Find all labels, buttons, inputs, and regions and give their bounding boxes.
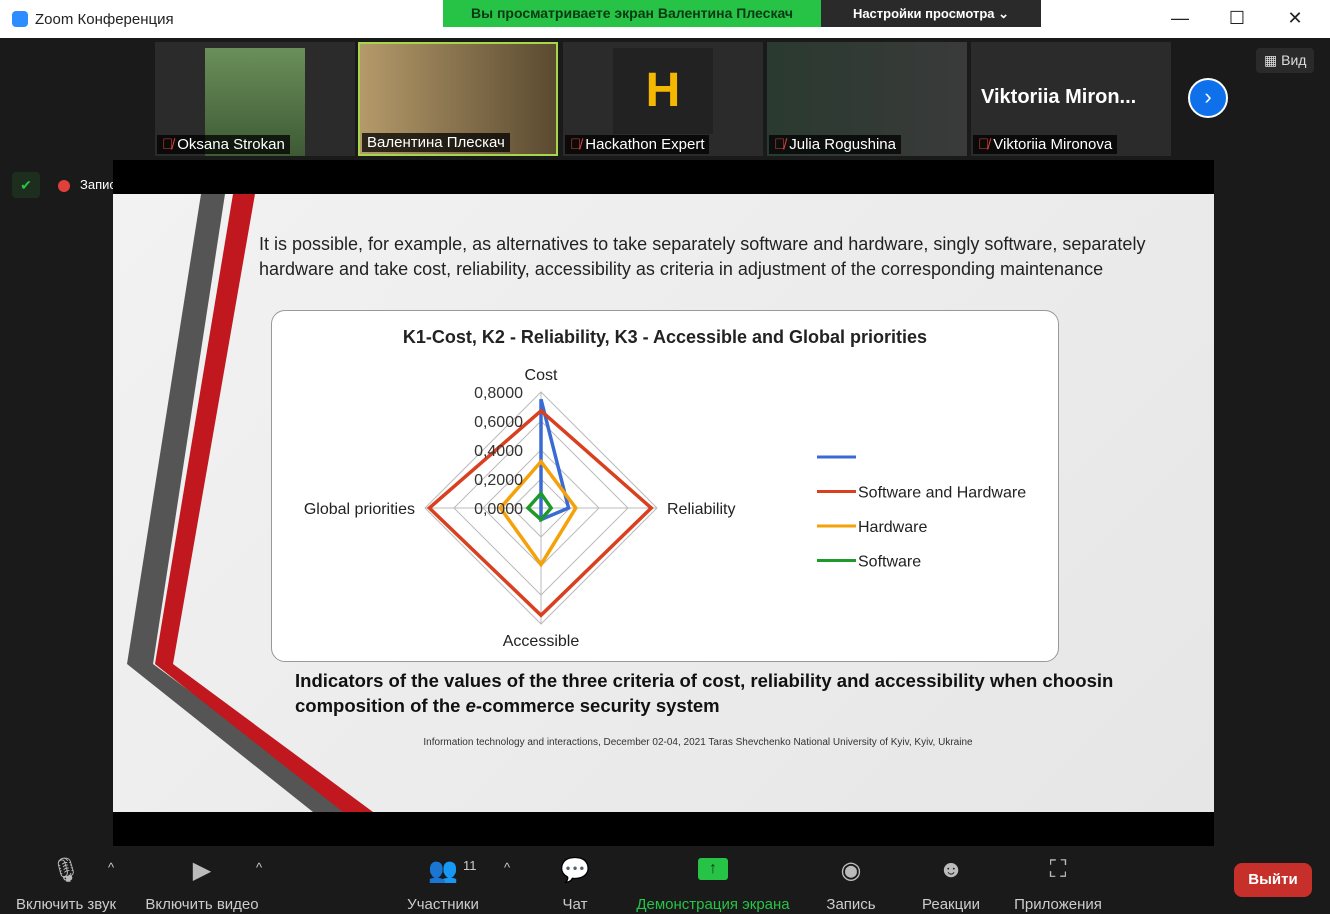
axis-label: Accessible	[503, 633, 580, 650]
participant-name: Oksana Strokan	[177, 136, 285, 153]
mic-muted-icon: 🎙̸	[774, 136, 786, 153]
view-button[interactable]: ▦ Вид	[1256, 48, 1315, 73]
legend-label: Software and Hardware	[858, 485, 1026, 502]
participant-tile[interactable]: 🎙̸ Julia Rogushina	[767, 42, 967, 156]
reactions-button[interactable]: Реакции	[922, 896, 980, 913]
caption-italic: e	[465, 695, 476, 716]
tick-label: 0,2000	[474, 472, 523, 489]
participants-button[interactable]: Участники	[407, 896, 479, 913]
participant-big-name: Viktoriia Miron...	[981, 86, 1137, 108]
mic-muted-icon: 🎙̸	[570, 136, 582, 153]
participant-name: Hackathon Expert	[585, 136, 705, 153]
next-page-button[interactable]: ›	[1188, 78, 1228, 118]
legend-label: Software	[858, 554, 921, 571]
tick-label: 0,6000	[474, 414, 523, 431]
tick-label: 0,8000	[474, 385, 523, 402]
record-dot-icon	[58, 179, 70, 192]
tick-label: 0,0000	[474, 501, 523, 518]
participant-tile[interactable]: 🎙̸ Oksana Strokan	[155, 42, 355, 156]
axis-label: Reliability	[667, 501, 735, 518]
mic-muted-icon: 🎙̸	[978, 136, 990, 153]
mic-muted-icon[interactable]: 🎙	[51, 856, 81, 885]
slide-footer: Information technology and interactions,…	[423, 737, 973, 748]
radar-chart: 0,0000 0,2000 0,4000 0,6000 0,8000Cost Reliab…	[304, 367, 1026, 650]
hackathon-logo: H	[613, 48, 713, 134]
chart-container: K1-Cost, K2 - Reliability, K3 - Accessib…	[271, 310, 1059, 662]
legend-label: Hardware	[858, 519, 927, 536]
mic-muted-icon: 🎙̸	[162, 136, 174, 153]
tick-label: 0,4000	[474, 443, 523, 460]
shared-screen: It is possible, for example, as alternat…	[113, 160, 1214, 846]
zoom-logo-icon	[12, 11, 28, 27]
caption-text-end: -commerce security system	[475, 695, 720, 716]
minimize-button[interactable]: —	[1165, 8, 1195, 29]
participant-name: Валентина Плескач	[367, 134, 505, 151]
apps-button[interactable]: Приложения	[1014, 896, 1102, 913]
window-title: Zoom Конференция	[35, 11, 174, 28]
participant-name: Viktoriia Mironova	[993, 136, 1113, 153]
close-button[interactable]: ✕	[1280, 8, 1310, 29]
leave-button[interactable]: Выйти	[1234, 863, 1312, 897]
participant-tile[interactable]: H 🎙̸ Hackathon Expert	[563, 42, 763, 156]
reactions-icon[interactable]: ☻	[938, 856, 963, 884]
chat-button[interactable]: Чат	[563, 896, 588, 913]
slide-text: It is possible, for example, as alternat…	[259, 234, 1146, 279]
video-off-icon[interactable]: ▶	[193, 856, 211, 885]
video-options-caret[interactable]: ^	[256, 860, 262, 875]
share-banner: Вы просматриваете экран Валентина Плеска…	[443, 0, 821, 27]
start-video-button[interactable]: Включить видео	[145, 896, 258, 913]
slide: It is possible, for example, as alternat…	[113, 194, 1214, 812]
participants-icon[interactable]: 👥	[428, 856, 458, 885]
participant-tile[interactable]: Viktoriia Miron... 🎙̸ Viktoriia Mironova	[971, 42, 1171, 156]
unmute-button[interactable]: Включить звук	[16, 896, 116, 913]
record-button[interactable]: Запись	[826, 896, 875, 913]
chat-icon[interactable]: 💬	[560, 856, 590, 885]
security-shield-icon[interactable]: ✔	[12, 172, 40, 198]
share-screen-icon[interactable]: ↑	[698, 858, 728, 880]
grid-icon: ▦	[1264, 52, 1282, 68]
apps-icon[interactable]: ⛶	[1050, 856, 1067, 884]
axis-label: Cost	[525, 367, 558, 384]
participant-tile[interactable]: Валентина Плескач	[358, 42, 558, 156]
meeting-toolbar: 🎙 ^ Включить звук ▶ ^ Включить видео 👥 1…	[0, 846, 1330, 914]
maximize-button[interactable]: ☐	[1222, 8, 1252, 29]
share-screen-button[interactable]: Демонстрация экрана	[636, 896, 789, 913]
participants-count: 11	[463, 858, 477, 873]
view-label: Вид	[1281, 52, 1307, 68]
audio-options-caret[interactable]: ^	[108, 860, 114, 875]
participant-name: Julia Rogushina	[789, 136, 896, 153]
participants-options-caret[interactable]: ^	[504, 860, 510, 875]
record-icon[interactable]: ◉	[841, 856, 862, 885]
axis-label: Global priorities	[304, 501, 415, 518]
view-settings-button[interactable]: Настройки просмотра ⌄	[821, 0, 1041, 27]
slide-caption: Indicators of the values of the three cr…	[295, 668, 1175, 718]
